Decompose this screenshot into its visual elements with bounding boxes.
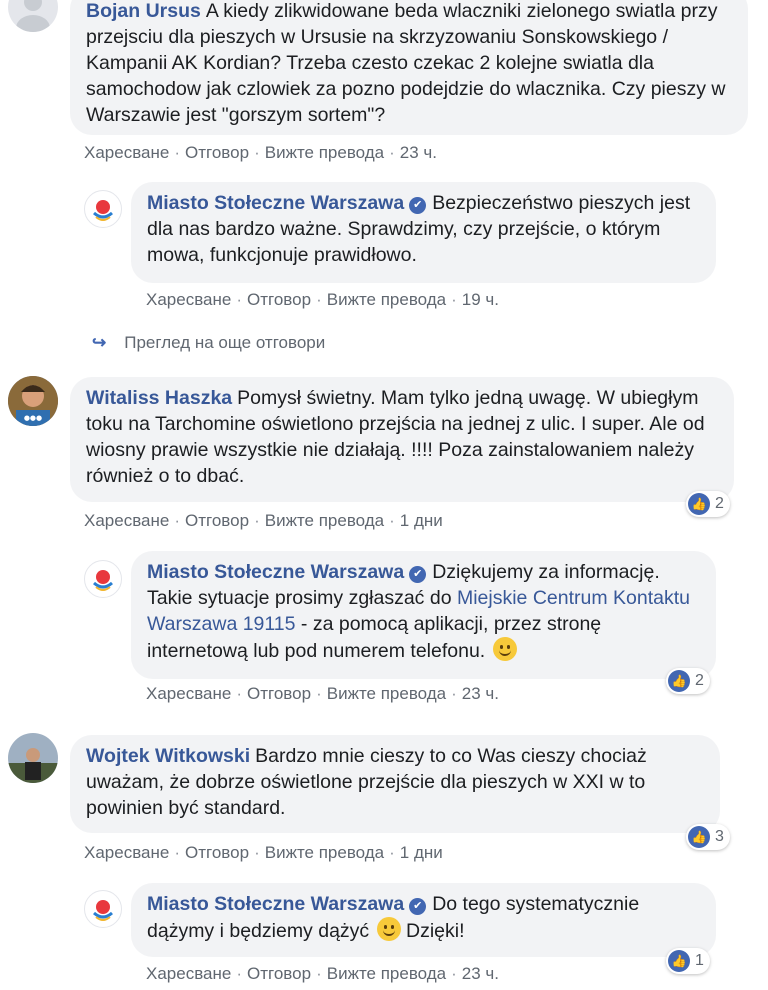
reply-actions: Харесване · Отговор · Вижте превода · 23 ч.: [146, 964, 500, 983]
avatar-miasto-warszawa[interactable]: [84, 190, 122, 228]
reaction-number: 3: [715, 828, 724, 845]
translate-button[interactable]: Вижте превода: [327, 964, 446, 983]
view-more-replies-label: Преглед на още отговори: [124, 333, 326, 352]
avatar-miasto-warszawa[interactable]: [84, 890, 122, 928]
comment-bubble: Bojan Ursus A kiedy zlikwidowane beda wla…: [70, 0, 748, 135]
like-icon: 👍: [688, 493, 710, 515]
avatar-witaliss-haszka[interactable]: ●●●: [8, 376, 58, 426]
avatar-bojan-ursus[interactable]: [8, 0, 58, 32]
like-icon: 👍: [688, 826, 710, 848]
reaction-number: 1: [695, 952, 704, 969]
comment-author[interactable]: Wojtek Witkowski: [86, 745, 250, 767]
timestamp[interactable]: 1 дни: [400, 843, 443, 862]
timestamp[interactable]: 23 ч.: [400, 143, 437, 162]
verified-badge-icon: ✔: [409, 197, 427, 214]
translate-button[interactable]: Вижте превода: [265, 511, 384, 530]
comment-author[interactable]: Witaliss Haszka: [86, 387, 232, 409]
reply-author[interactable]: Miasto Stołeczne Warszawa: [147, 893, 404, 915]
verified-badge-icon: ✔: [409, 898, 427, 915]
like-button[interactable]: Харесване: [146, 684, 231, 703]
reaction-number: 2: [695, 672, 704, 689]
like-button[interactable]: Харесване: [84, 511, 169, 530]
avatar-wojtek-witkowski[interactable]: [8, 733, 58, 783]
reply-actions: Харесване · Отговор · Вижте превода · 19 ч.: [146, 290, 500, 309]
reply-button[interactable]: Отговор: [247, 290, 311, 309]
like-button[interactable]: Харесване: [84, 143, 169, 162]
like-icon: 👍: [668, 950, 690, 972]
reaction-count[interactable]: 👍 3: [686, 824, 730, 850]
comment-actions: Харесване · Отговор · Вижте превода · 23 ч.: [84, 143, 438, 162]
like-button[interactable]: Харесване: [146, 964, 231, 983]
reply-author[interactable]: Miasto Stołeczne Warszawa: [147, 561, 404, 583]
reply-bubble: Miasto Stołeczne Warszawa ✔ Dziękujemy za …: [131, 551, 716, 679]
reply-button[interactable]: Отговор: [185, 143, 249, 162]
translate-button[interactable]: Вижте превода: [265, 143, 384, 162]
translate-button[interactable]: Вижте превода: [327, 684, 446, 703]
translate-button[interactable]: Вижте превода: [327, 290, 446, 309]
timestamp[interactable]: 23 ч.: [462, 964, 499, 983]
avatar-miasto-warszawa[interactable]: [84, 560, 122, 598]
reply-actions: Харесване · Отговор · Вижте превода · 23 ч.: [146, 684, 500, 703]
reaction-count[interactable]: 👍 2: [686, 491, 730, 517]
reaction-number: 2: [715, 495, 724, 512]
timestamp[interactable]: 19 ч.: [462, 290, 499, 309]
like-icon: 👍: [668, 670, 690, 692]
smile-emoji-icon: [376, 917, 401, 941]
reaction-count[interactable]: 👍 1: [666, 948, 710, 974]
like-button[interactable]: Харесване: [146, 290, 231, 309]
reply-button[interactable]: Отговор: [247, 684, 311, 703]
view-more-replies-link[interactable]: ↪ Преглед на още отговори: [92, 333, 325, 353]
reply-arrow-icon: ↪: [92, 333, 107, 352]
verified-badge-icon: ✔: [409, 566, 427, 583]
reply-bubble: Miasto Stołeczne Warszawa ✔ Bezpieczeństwo…: [131, 182, 716, 283]
comment-author[interactable]: Bojan Ursus: [86, 0, 201, 22]
timestamp[interactable]: 1 дни: [400, 511, 443, 530]
reply-button[interactable]: Отговор: [185, 511, 249, 530]
comment-bubble: Witaliss Haszka Pomysł świetny. Mam tylko…: [70, 377, 734, 502]
comment-actions: Харесване · Отговор · Вижте превода · 1 дни: [84, 843, 443, 862]
comment-bubble: Wojtek Witkowski Bardzo mnie cieszy to co…: [70, 735, 720, 833]
reply-author[interactable]: Miasto Stołeczne Warszawa: [147, 192, 404, 214]
reply-text-continued: Dzięki!: [406, 920, 465, 942]
reply-bubble: Miasto Stołeczne Warszawa ✔ Do tego system…: [131, 883, 716, 957]
reaction-count[interactable]: 👍 2: [666, 668, 710, 694]
svg-text:●●●: ●●●: [24, 414, 42, 422]
like-button[interactable]: Харесване: [84, 843, 169, 862]
reply-button[interactable]: Отговор: [247, 964, 311, 983]
translate-button[interactable]: Вижте превода: [265, 843, 384, 862]
smile-emoji-icon: [492, 637, 517, 661]
timestamp[interactable]: 23 ч.: [462, 684, 499, 703]
comment-actions: Харесване · Отговор · Вижте превода · 1 дни: [84, 511, 443, 530]
reply-button[interactable]: Отговор: [185, 843, 249, 862]
